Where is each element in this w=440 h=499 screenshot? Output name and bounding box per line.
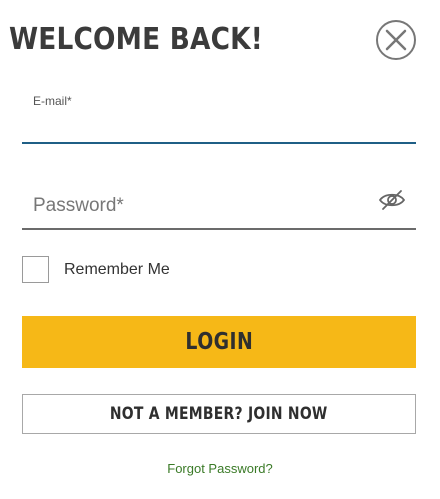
login-button[interactable]: LOGIN: [22, 316, 416, 368]
eye-slash-icon[interactable]: [378, 188, 406, 212]
remember-me-checkbox[interactable]: [22, 256, 49, 283]
join-now-button-label: NOT A MEMBER? JOIN NOW: [110, 404, 328, 424]
email-label: E-mail*: [33, 94, 72, 108]
login-button-label: LOGIN: [185, 329, 253, 355]
password-field[interactable]: [22, 183, 416, 230]
email-field[interactable]: [22, 112, 416, 144]
close-button[interactable]: [376, 20, 416, 60]
page-title: WELCOME BACK!: [9, 22, 264, 57]
join-now-button[interactable]: NOT A MEMBER? JOIN NOW: [22, 394, 416, 434]
remember-me-label[interactable]: Remember Me: [64, 261, 170, 279]
forgot-password-link[interactable]: Forgot Password?: [0, 461, 440, 476]
close-icon: [385, 29, 407, 51]
